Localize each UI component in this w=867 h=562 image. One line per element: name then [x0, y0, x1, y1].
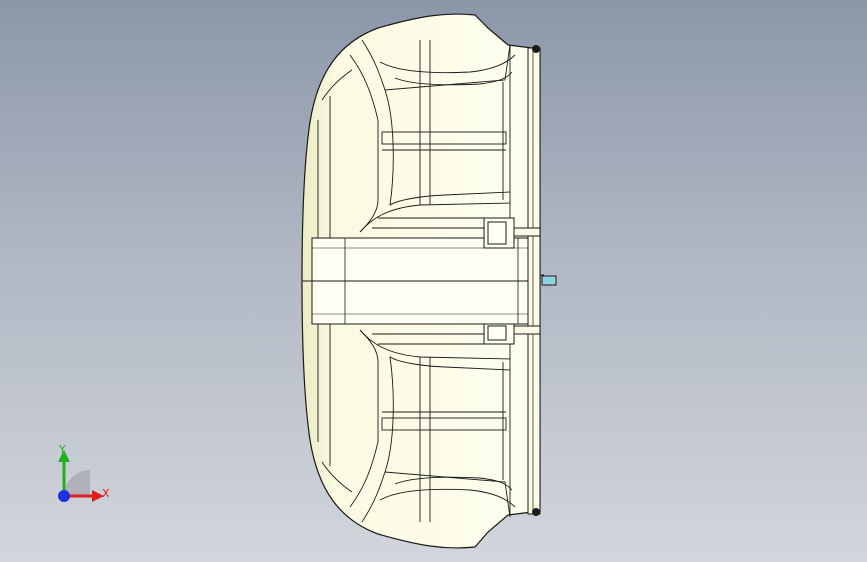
z-axis-dot-icon [58, 490, 70, 502]
axis-triad: Y X [58, 443, 110, 502]
right-rail [527, 47, 541, 515]
y-axis-label: Y [58, 443, 66, 456]
graphics-viewport[interactable]: Y X [0, 0, 867, 562]
seat-model[interactable] [0, 0, 867, 562]
mount-peg [541, 275, 557, 286]
x-axis-label: X [102, 487, 110, 500]
